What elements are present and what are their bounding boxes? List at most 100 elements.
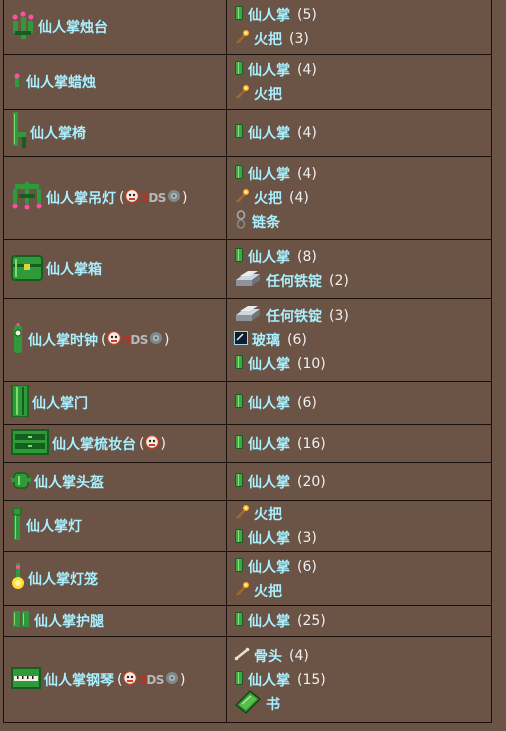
ingredient-quantity: (20) [297, 473, 326, 490]
ingredient-link[interactable]: 火把 [254, 504, 282, 524]
ingredient-link[interactable]: 书 [266, 694, 280, 714]
recipe-row: 仙人掌箱 仙人掌 (8) 任何铁锭 (2) [3, 239, 492, 299]
ingredient-quantity: (3) [289, 31, 309, 47]
ingredient-link[interactable]: 仙人掌 [248, 247, 290, 267]
result-item-link[interactable]: 仙人掌箱 [46, 259, 102, 279]
ingredient-link[interactable]: 仙人掌 [248, 123, 290, 143]
recipe-row: 仙人掌钢琴(3DS) 骨头 (4) 仙人掌 (15) 书 [3, 636, 492, 723]
bone-icon [234, 647, 250, 665]
old-gen-console-icon [123, 670, 138, 689]
ingredient-quantity: (4) [297, 125, 317, 141]
ingredient-line: 火把 [234, 502, 484, 526]
cactus-icon [234, 248, 244, 266]
mobile-gear-icon [167, 189, 181, 207]
ingredient-link[interactable]: 仙人掌 [248, 164, 290, 184]
ingredients-cell: 仙人掌 (4) 火把 [226, 54, 492, 110]
recipe-row: 仙人掌门 仙人掌 (6) [3, 381, 492, 425]
ingredient-quantity: (6) [297, 558, 317, 575]
ingredient-line: 火把 (4) [234, 186, 484, 210]
ingredient-line: 玻璃 (6) [234, 328, 484, 352]
result-item-link[interactable]: 仙人掌门 [32, 393, 88, 413]
mobile-gear-icon [165, 671, 179, 689]
ingredient-link[interactable]: 仙人掌 [248, 354, 290, 374]
ingredient-link[interactable]: 任何铁锭 [266, 306, 322, 326]
cactus-icon [234, 61, 244, 79]
ingredient-quantity: (16) [297, 435, 326, 452]
ingredient-quantity: (6) [297, 395, 317, 411]
recipe-row: 仙人掌椅 仙人掌 (4) [3, 109, 492, 157]
ingredient-line: 骨头 (4) [234, 644, 484, 668]
ingredient-line: 仙人掌 (16) [234, 432, 484, 456]
ingredient-link[interactable]: 火把 [254, 581, 282, 601]
ingredient-link[interactable]: 仙人掌 [248, 60, 290, 80]
result-item-link[interactable]: 仙人掌梳妆台 [52, 434, 136, 454]
ingredient-link[interactable]: 骨头 [254, 646, 282, 666]
cactus-icon [234, 434, 244, 453]
ingredient-line: 仙人掌 (4) [234, 162, 484, 186]
ingredient-link[interactable]: 仙人掌 [248, 434, 290, 454]
ingredient-line: 仙人掌 (8) [234, 245, 484, 269]
ingredient-link[interactable]: 任何铁锭 [266, 271, 322, 291]
ingredient-line: 仙人掌 (5) [234, 3, 484, 27]
ingredients-cell: 仙人掌 (4) [226, 109, 492, 157]
result-item-link[interactable]: 仙人掌蜡烛 [26, 72, 96, 92]
cactus-leggings-icon [11, 611, 31, 631]
ingredients-cell: 任何铁锭 (3) 玻璃 (6) 仙人掌 (10) [226, 298, 492, 382]
ingredient-quantity: (15) [297, 671, 326, 688]
torch-icon [234, 29, 250, 49]
cactus-door-icon [11, 384, 29, 421]
recipe-row: 仙人掌梳妆台() 仙人掌 (16) [3, 424, 492, 463]
ingredients-cell: 仙人掌 (6) [226, 381, 492, 425]
recipe-row: 仙人掌护腿 仙人掌 (25) [3, 605, 492, 637]
result-item-link[interactable]: 仙人掌椅 [30, 123, 86, 143]
recipe-row: 仙人掌烛台 仙人掌 (5) 火把 (3) [3, 0, 492, 55]
ingredient-link[interactable]: 仙人掌 [248, 5, 290, 25]
platform-badges: (3DS) [101, 331, 170, 348]
cactus-icon [234, 355, 244, 373]
ingredient-link[interactable]: 仙人掌 [248, 528, 290, 548]
ingredients-cell: 骨头 (4) 仙人掌 (15) 书 [226, 636, 492, 723]
ingredient-line: 仙人掌 (3) [234, 526, 484, 550]
ingredient-line: 仙人掌 (10) [234, 352, 484, 376]
ingredient-link[interactable]: 火把 [254, 84, 282, 104]
result-item-link[interactable]: 仙人掌护腿 [34, 611, 104, 631]
result-item-link[interactable]: 仙人掌烛台 [38, 17, 108, 37]
cactus-icon [234, 529, 244, 547]
ingredient-link[interactable]: 火把 [254, 188, 282, 208]
result-item-cell: 仙人掌灯 [3, 500, 227, 552]
result-item-link[interactable]: 仙人掌灯笼 [28, 569, 98, 589]
ingredient-quantity: (4) [297, 62, 317, 78]
ingredient-link[interactable]: 火把 [254, 29, 282, 49]
ingredient-link[interactable]: 仙人掌 [248, 670, 290, 690]
ingredient-link[interactable]: 仙人掌 [248, 557, 290, 577]
ingredient-quantity: (4) [289, 647, 309, 664]
ingredient-link[interactable]: 仙人掌 [248, 393, 290, 413]
cactus-clock-icon [11, 323, 25, 357]
ingredient-link[interactable]: 玻璃 [252, 330, 280, 350]
result-item-link[interactable]: 仙人掌吊灯 [46, 188, 116, 208]
platform-badges: (3DS) [117, 670, 186, 689]
result-item-link[interactable]: 仙人掌灯 [26, 516, 82, 536]
cactus-chest-icon [11, 253, 43, 285]
ingredient-line: 仙人掌 (4) [234, 121, 484, 145]
torch-icon [234, 504, 250, 524]
ingredient-line: 仙人掌 (20) [234, 470, 484, 494]
recipe-row: 仙人掌灯笼 仙人掌 (6) 火把 [3, 551, 492, 606]
result-item-link[interactable]: 仙人掌钢琴 [44, 670, 114, 690]
result-item-link[interactable]: 仙人掌头盔 [34, 472, 104, 492]
result-item-link[interactable]: 仙人掌时钟 [28, 330, 98, 350]
ingredient-quantity: (4) [289, 190, 309, 206]
ingredient-quantity: (5) [297, 7, 317, 23]
ingredient-link[interactable]: 仙人掌 [248, 472, 290, 492]
cactus-icon [234, 394, 244, 412]
result-item-cell: 仙人掌蜡烛 [3, 54, 227, 110]
ingredient-link[interactable]: 仙人掌 [248, 611, 290, 631]
recipe-table: 仙人掌烛台 仙人掌 (5) 火把 (3) 仙人掌蜡烛 仙人掌 (4) 火把 仙人掌椅 仙人掌 (4) 仙… [3, 0, 492, 723]
cactus-chandelier-icon [11, 182, 43, 214]
cactus-helmet-icon [11, 470, 31, 494]
cactus-icon [234, 124, 244, 142]
result-item-cell: 仙人掌护腿 [3, 605, 227, 637]
ingredient-link[interactable]: 链条 [252, 212, 280, 232]
3ds-icon: 3DS [140, 191, 166, 205]
ingredient-line: 仙人掌 (25) [234, 609, 484, 633]
